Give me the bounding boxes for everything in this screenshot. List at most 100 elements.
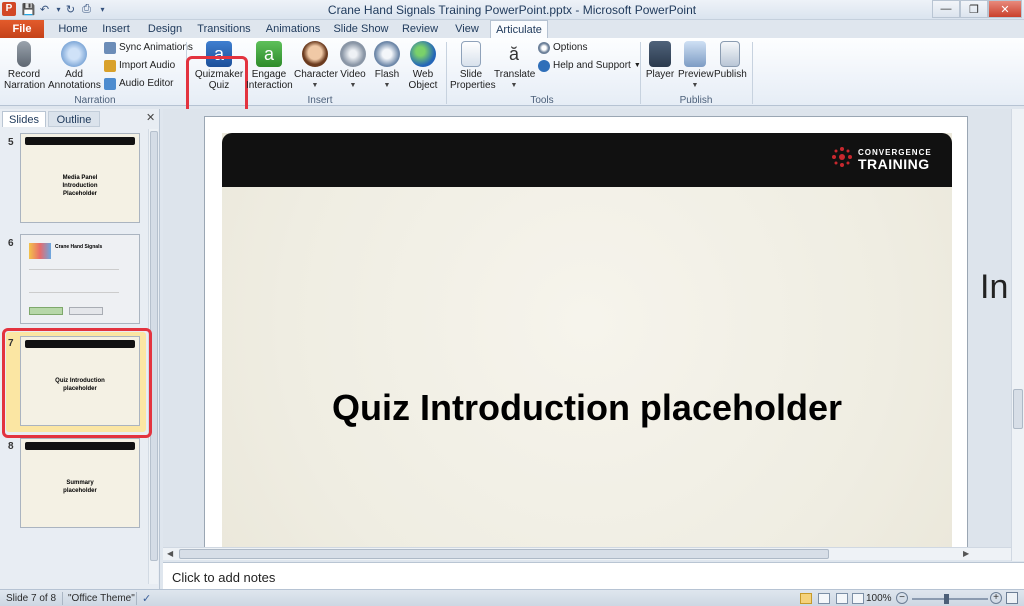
horizontal-scrollbar[interactable]: ◀ ▶ — [163, 547, 1011, 560]
tab-file[interactable]: File — [0, 20, 44, 38]
notes-pane[interactable]: Click to add notes — [163, 562, 1024, 589]
tab-home[interactable]: Home — [50, 20, 96, 38]
scrollbar-thumb[interactable] — [1013, 389, 1023, 429]
close-icon[interactable]: ✕ — [146, 111, 155, 124]
character-button[interactable]: Character ▼ — [294, 41, 338, 91]
save-icon[interactable]: 💾 — [22, 3, 36, 16]
flash-dropdown-icon: ▼ — [383, 82, 391, 89]
help-support-button[interactable]: Help and Support ▼ — [538, 59, 641, 73]
status-separator — [136, 592, 137, 605]
thumb-image — [29, 243, 51, 259]
audio-editor-label: Audio Editor — [119, 78, 174, 89]
group-separator — [640, 42, 641, 104]
gear-icon — [538, 42, 550, 54]
thumb-header-bar — [25, 442, 135, 450]
video-button[interactable]: Video ▼ — [338, 41, 368, 91]
notes-placeholder[interactable]: Click to add notes — [172, 570, 275, 585]
preview-dropdown-icon: ▼ — [691, 82, 699, 89]
zoom-out-icon[interactable]: − — [896, 592, 908, 604]
player-icon — [649, 41, 671, 67]
translate-icon: ă — [508, 44, 519, 64]
character-icon — [302, 41, 328, 67]
slide-sorter-icon[interactable] — [818, 593, 830, 604]
web-object-button[interactable]: Web Object — [404, 41, 442, 91]
tab-transitions[interactable]: Transitions — [194, 20, 254, 38]
slide-thumbnail-8[interactable]: Summary placeholder — [20, 438, 140, 528]
customize-toolbar-icon[interactable]: ▾ — [96, 3, 109, 16]
slide-thumbnail-5[interactable]: Media Panel Introduction Placeholder — [20, 133, 140, 223]
zoom-slider-track[interactable] — [912, 598, 988, 600]
flash-icon — [374, 41, 400, 67]
engage-interaction-button[interactable]: a Engage Interaction — [246, 41, 293, 91]
sync-animations-button[interactable]: Sync Animations — [104, 41, 193, 55]
slide-title[interactable]: Quiz Introduction placeholder — [222, 383, 952, 433]
scrollbar-thumb[interactable] — [179, 549, 829, 559]
record-narration-button[interactable]: Record Narration — [4, 41, 45, 91]
offslide-text[interactable]: In — [980, 268, 1008, 307]
redo-icon[interactable]: ↻ — [64, 3, 77, 16]
preview-button[interactable]: Preview ▼ — [678, 41, 714, 91]
options-label: Options — [553, 42, 588, 53]
thumb-header-bar — [25, 137, 135, 145]
group-separator — [446, 42, 447, 104]
tab-view[interactable]: View — [450, 20, 484, 38]
scroll-right-icon[interactable]: ▶ — [963, 549, 969, 558]
audio-editor-button[interactable]: Audio Editor — [104, 77, 173, 91]
slide-thumbnail-6[interactable]: Crane Hand Signals — [20, 234, 140, 324]
tab-animations[interactable]: Animations — [262, 20, 324, 38]
close-button[interactable]: ✕ — [988, 0, 1022, 18]
theme-name: "Office Theme" — [68, 593, 135, 604]
tab-design[interactable]: Design — [140, 20, 190, 38]
spellcheck-icon[interactable]: ✓ — [142, 592, 151, 605]
tab-outline[interactable]: Outline — [48, 111, 100, 127]
zoom-slider-thumb[interactable] — [944, 594, 949, 604]
zoom-in-icon[interactable]: + — [990, 592, 1002, 604]
thumb-text: Media Panel Introduction Placeholder — [62, 175, 98, 197]
engage-label: Engage Interaction — [246, 69, 293, 91]
normal-view-icon[interactable] — [800, 593, 812, 604]
group-label-publish: Publish — [679, 95, 713, 106]
slide-properties-icon — [461, 41, 481, 67]
zoom-level[interactable]: 100% — [866, 593, 892, 604]
add-annotations-button[interactable]: Add Annotations — [48, 41, 101, 91]
tab-slide-show[interactable]: Slide Show — [332, 20, 390, 38]
globe-icon — [410, 41, 436, 67]
translate-label: Translate — [494, 69, 536, 80]
import-audio-button[interactable]: Import Audio — [104, 59, 175, 73]
sync-animations-label: Sync Animations — [119, 42, 193, 53]
flash-button[interactable]: Flash ▼ — [372, 41, 402, 91]
print-icon[interactable]: ⎙ — [80, 3, 93, 16]
publish-button[interactable]: Publish — [714, 41, 747, 80]
slide-number: 6 — [8, 238, 14, 249]
audio-editor-icon — [104, 78, 116, 90]
tab-slides[interactable]: Slides — [2, 111, 46, 127]
character-label: Character — [294, 69, 338, 80]
tab-insert[interactable]: Insert — [96, 20, 136, 38]
video-dropdown-icon: ▼ — [349, 82, 357, 89]
scroll-left-icon[interactable]: ◀ — [167, 549, 173, 558]
minimize-button[interactable]: — — [932, 0, 960, 18]
slide-canvas[interactable]: CONVERGENCE TRAINING Quiz Introduction p… — [222, 133, 952, 553]
options-button[interactable]: Options — [538, 41, 587, 55]
fit-to-window-icon[interactable] — [1006, 592, 1018, 604]
tab-review[interactable]: Review — [398, 20, 442, 38]
help-circle-icon — [538, 60, 550, 72]
ribbon-tabs: File Home Insert Design Transitions Anim… — [0, 20, 1024, 56]
logo-text-bottom: TRAINING — [858, 156, 930, 172]
slide-properties-button[interactable]: Slide Properties — [450, 41, 496, 91]
sync-icon — [104, 42, 116, 54]
slideshow-view-icon[interactable] — [852, 593, 864, 604]
maximize-button[interactable]: ❐ — [960, 0, 988, 18]
powerpoint-icon[interactable]: P — [2, 2, 16, 16]
video-label: Video — [340, 69, 366, 80]
vertical-scrollbar[interactable] — [1011, 109, 1024, 561]
player-button[interactable]: Player — [644, 41, 676, 80]
publish-label: Publish — [714, 69, 747, 80]
selected-slide-highlight — [2, 328, 152, 438]
undo-icon[interactable]: ↶ — [38, 3, 51, 16]
ribbon: Record Narration Add Annotations Sync An… — [0, 38, 1024, 128]
audio-import-icon — [104, 60, 116, 72]
tab-articulate[interactable]: Articulate — [490, 20, 548, 38]
reading-view-icon[interactable] — [836, 593, 848, 604]
translate-button[interactable]: ă Translate ▼ — [494, 41, 536, 91]
